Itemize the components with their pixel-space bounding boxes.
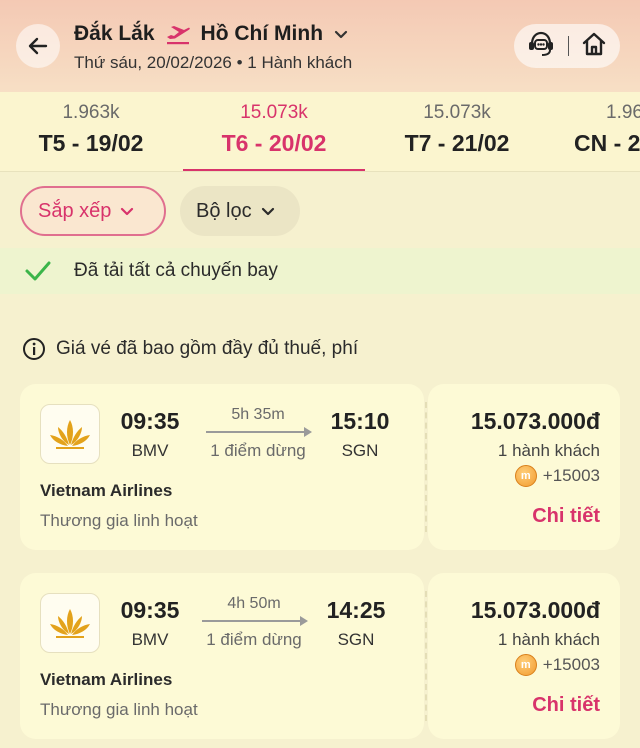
info-icon — [23, 338, 45, 360]
airline-logo — [40, 404, 100, 464]
price-info-note: Giá vé đã bao gồm đầy đủ thuế, phí — [22, 336, 358, 362]
flight-price-panel: 15.073.000đ 1 hành khách m +15003 Chi ti… — [428, 384, 620, 550]
coin-icon: m — [514, 465, 537, 487]
card-divider — [425, 402, 427, 532]
flight-price-panel: 15.073.000đ 1 hành khách m +15003 Chi ti… — [428, 573, 620, 739]
filter-label: Bộ lọc — [196, 199, 252, 222]
arrival-time: 15:10 — [330, 408, 390, 434]
lotus-logo-icon — [50, 420, 90, 449]
flight-card[interactable]: 09:35 BMV 5h 35m 1 điểm dừng 15:10 SGN V… — [20, 384, 620, 550]
route-title[interactable]: Đắk Lắk Hồ Chí Minh — [74, 20, 349, 48]
flight-info-panel: 09:35 BMV 5h 35m 1 điểm dừng 15:10 SGN V… — [20, 384, 424, 550]
sort-button[interactable]: Sắp xếp — [20, 186, 166, 236]
date-price: 1.963k — [62, 102, 120, 123]
chevron-down-icon — [334, 30, 348, 39]
chevron-down-icon — [121, 207, 134, 216]
passenger-count: 1 hành khách — [497, 441, 600, 460]
fare-class: Thương gia linh hoạt — [40, 700, 198, 719]
lotus-logo-icon — [50, 609, 90, 638]
route-arrow — [202, 616, 308, 626]
reward-points-value: +15003 — [542, 466, 600, 485]
loaded-status-text: Đã tải tất cả chuyến bay — [74, 260, 278, 281]
date-tab-fri[interactable]: 15.073k T6 - 20/02 — [183, 92, 365, 171]
header: Đắk Lắk Hồ Chí Minh Thứ sáu, 20/02/2026 … — [0, 0, 640, 92]
departure-airport: BMV — [131, 630, 169, 649]
date-tab-thu[interactable]: 1.963k T5 - 19/02 — [0, 92, 182, 171]
destination-city: Hồ Chí Minh — [200, 22, 324, 45]
airline-logo — [40, 593, 100, 653]
departure-airport: BMV — [131, 441, 169, 460]
reward-points: m +15003 — [514, 465, 600, 487]
reward-points-value: +15003 — [542, 655, 600, 674]
headset-support-icon — [528, 31, 553, 56]
arrow-left-icon — [28, 37, 48, 55]
sort-label: Sắp xếp — [38, 199, 112, 222]
flight-card[interactable]: 09:35 BMV 4h 50m 1 điểm dừng 14:25 SGN V… — [20, 573, 620, 739]
back-button[interactable] — [16, 24, 60, 68]
stop-count: 1 điểm dừng — [210, 441, 306, 460]
check-icon — [25, 261, 51, 281]
date-label: T5 - 19/02 — [38, 130, 144, 156]
filter-button[interactable]: Bộ lọc — [180, 186, 300, 236]
price-info-text: Giá vé đã bao gồm đầy đủ thuế, phí — [56, 338, 359, 359]
date-price: 1.96 — [606, 102, 640, 123]
reward-points: m +15003 — [514, 654, 600, 676]
date-tab-sat[interactable]: 15.073k T7 - 21/02 — [366, 92, 548, 171]
home-icon — [583, 32, 606, 55]
passenger-count: 1 hành khách — [497, 630, 600, 649]
route-arrow — [206, 427, 312, 437]
date-label: CN - 2 — [574, 130, 640, 156]
flight-price: 15.073.000đ — [470, 408, 600, 434]
filter-bar: Sắp xếp Bộ lọc — [0, 172, 640, 248]
coin-icon: m — [514, 654, 537, 676]
flight-duration: 5h 35m — [231, 406, 285, 423]
arrival-airport: SGN — [341, 441, 379, 460]
date-price: 15.073k — [240, 102, 308, 123]
date-label: T7 - 21/02 — [404, 130, 510, 156]
arrival-time: 14:25 — [326, 597, 386, 623]
departure-time: 09:35 — [120, 408, 180, 434]
date-tab-sun[interactable]: 1.96 CN - 2 — [568, 92, 640, 171]
plane-takeoff-icon — [166, 26, 190, 45]
support-button[interactable] — [526, 30, 556, 63]
detail-button[interactable]: Chi tiết — [532, 505, 600, 528]
detail-button[interactable]: Chi tiết — [532, 694, 600, 717]
departure-time: 09:35 — [120, 597, 180, 623]
fare-class: Thương gia linh hoạt — [40, 511, 198, 530]
flight-duration: 4h 50m — [227, 595, 281, 612]
airline-name: Vietnam Airlines — [40, 481, 173, 500]
date-label: T6 - 20/02 — [221, 130, 327, 156]
home-button[interactable] — [580, 30, 608, 63]
loaded-status-bar: Đã tải tất cả chuyến bay — [0, 248, 640, 294]
date-selector: 1.963k T5 - 19/02 15.073k T6 - 20/02 15.… — [0, 92, 640, 172]
actions-separator — [567, 36, 569, 56]
header-actions — [514, 24, 620, 68]
stop-count: 1 điểm dừng — [206, 630, 302, 649]
date-price: 15.073k — [423, 102, 491, 123]
origin-city: Đắk Lắk — [74, 22, 155, 45]
card-divider — [425, 591, 427, 721]
chevron-down-icon — [261, 207, 274, 216]
flight-info-panel: 09:35 BMV 4h 50m 1 điểm dừng 14:25 SGN V… — [20, 573, 424, 739]
flight-price: 15.073.000đ — [470, 597, 600, 623]
arrival-airport: SGN — [337, 630, 375, 649]
trip-subtitle: Thứ sáu, 20/02/2026 • 1 Hành khách — [74, 53, 353, 72]
airline-name: Vietnam Airlines — [40, 670, 173, 689]
